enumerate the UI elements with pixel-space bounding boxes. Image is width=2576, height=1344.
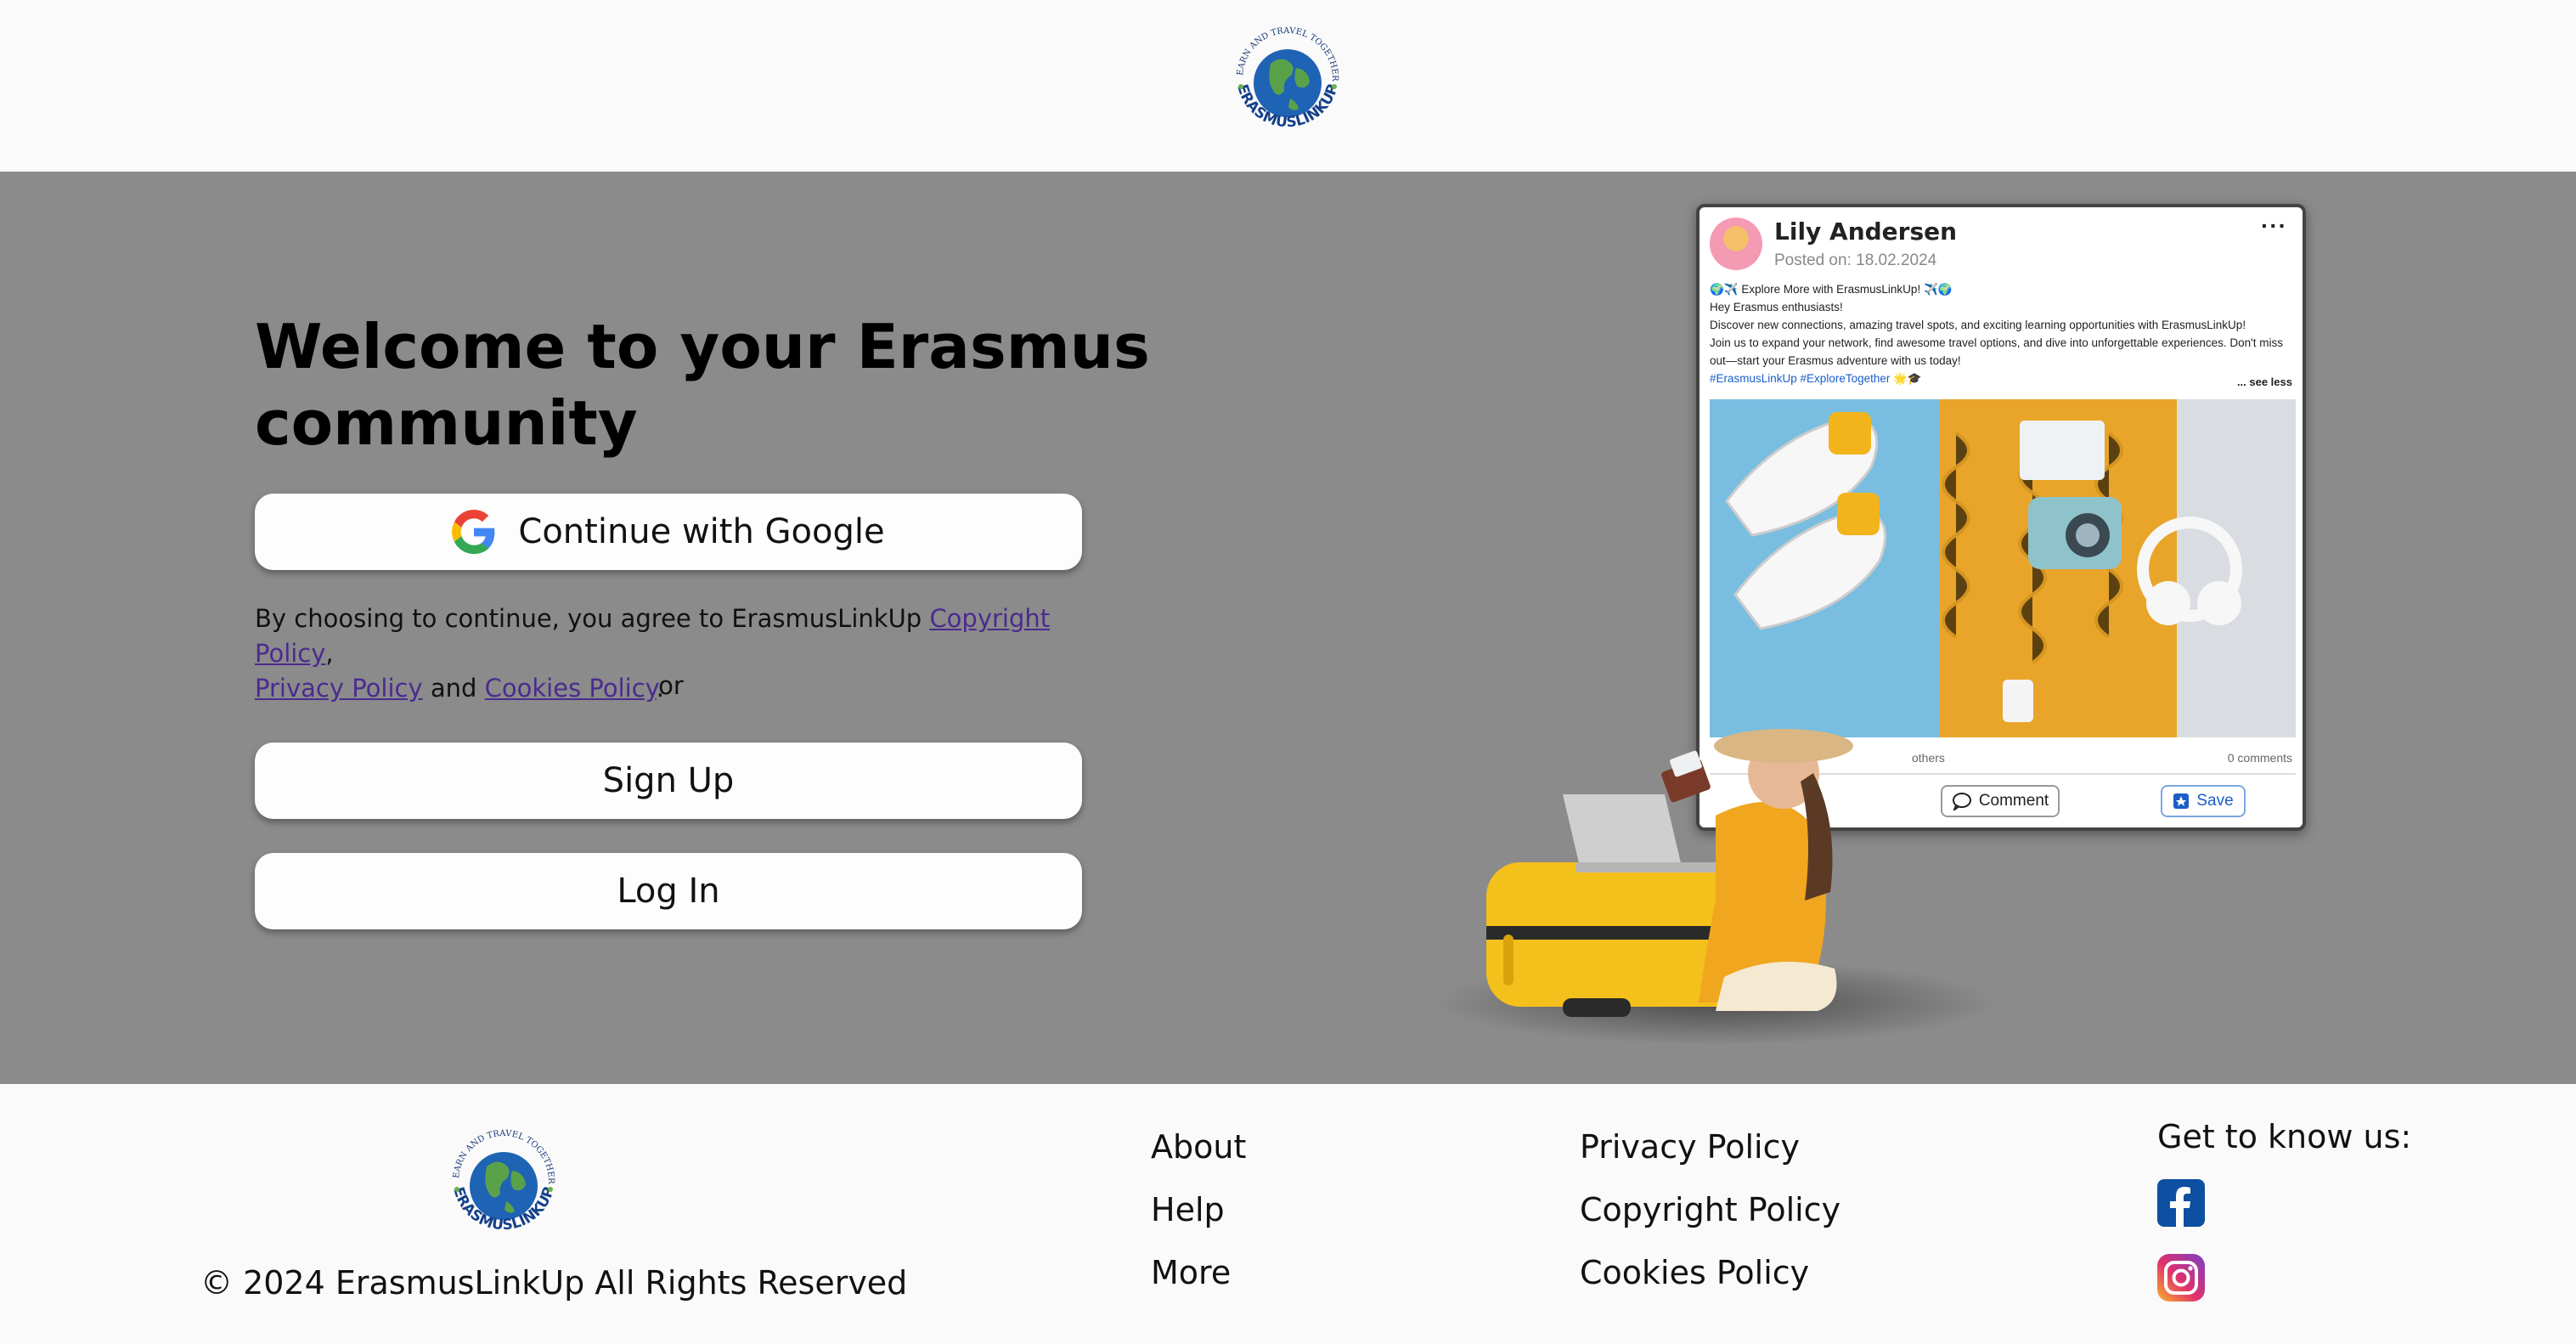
footer-link-about[interactable]: About: [1151, 1128, 1246, 1166]
or-divider: or: [658, 671, 684, 700]
copyright-text: © 2024 ErasmusLinkUp All Rights Reserved: [200, 1264, 908, 1302]
site-header: LEARN AND TRAVEL TOGETHER ERASMUSLINKUP: [0, 0, 2576, 172]
save-label: Save: [2196, 792, 2234, 810]
post-author: Lily Andersen: [1774, 217, 1958, 246]
instagram-icon[interactable]: [2157, 1254, 2205, 1302]
privacy-policy-link[interactable]: Privacy Policy: [255, 674, 423, 703]
social-heading: Get to know us:: [2157, 1118, 2412, 1155]
post-line: Discover new connections, amazing travel…: [1710, 319, 2246, 331]
footer-link-copyright-policy[interactable]: Copyright Policy: [1580, 1191, 1840, 1228]
continue-with-google-button[interactable]: Continue with Google: [255, 494, 1082, 570]
footer-link-privacy-policy[interactable]: Privacy Policy: [1580, 1128, 1800, 1166]
erasmuslinkup-logo[interactable]: LEARN AND TRAVEL TOGETHER ERASMUSLINKUP: [1224, 17, 1351, 144]
more-options-icon[interactable]: ···: [2261, 212, 2287, 240]
bookmark-icon: [2173, 793, 2190, 809]
consent-comma: ,: [325, 639, 334, 668]
sign-up-button[interactable]: Sign Up: [255, 743, 1082, 819]
page-title: Welcome to your Erasmus community: [255, 311, 1150, 459]
consent-prefix: By choosing to continue, you agree to Er…: [255, 604, 930, 633]
avatar: [1710, 217, 1762, 270]
footer-link-cookies-policy[interactable]: Cookies Policy: [1580, 1254, 1809, 1291]
post-body: 🌍✈️ Explore More with ErasmusLinkUp! ✈️🌍…: [1710, 280, 2296, 387]
log-in-button[interactable]: Log In: [255, 853, 1082, 929]
google-button-label: Continue with Google: [518, 512, 885, 551]
traveler-illustration: [1435, 729, 1996, 1045]
post-line: Hey Erasmus enthusiasts!: [1710, 301, 1843, 313]
consent-and: and: [422, 674, 485, 703]
save-button[interactable]: Save: [2161, 785, 2246, 817]
post-date: Posted on: 18.02.2024: [1774, 251, 1937, 269]
footer-logo[interactable]: LEARN AND TRAVEL TOGETHER ERASMUSLINKUP: [440, 1120, 567, 1247]
comments-count[interactable]: 0 comments: [2228, 751, 2292, 765]
footer-link-help[interactable]: Help: [1151, 1191, 1225, 1228]
footer-link-more[interactable]: More: [1151, 1254, 1231, 1291]
post-hashtags: #ErasmusLinkUp #ExploreTogether 🌟🎓: [1710, 372, 1922, 385]
google-icon: [452, 510, 495, 554]
post-line: 🌍✈️ Explore More with ErasmusLinkUp! ✈️🌍: [1710, 283, 1953, 296]
post-line: Join us to expand your network, find awe…: [1710, 336, 2283, 367]
see-less-link[interactable]: ... see less: [2237, 376, 2292, 388]
facebook-icon[interactable]: [2157, 1179, 2205, 1227]
site-footer: LEARN AND TRAVEL TOGETHER ERASMUSLINKUP …: [0, 1084, 2576, 1344]
